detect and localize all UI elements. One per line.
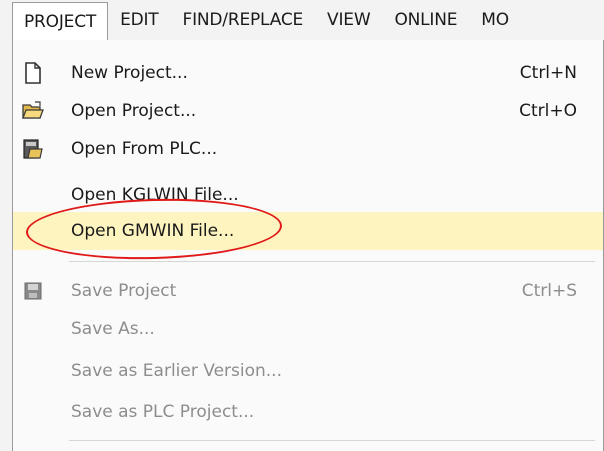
menu-item-save-as[interactable]: Save As... <box>13 310 603 348</box>
menu-online[interactable]: ONLINE <box>382 0 469 40</box>
new-document-icon <box>22 62 44 84</box>
menu-separator <box>69 261 595 262</box>
menu-find-replace[interactable]: FIND/REPLACE <box>171 0 316 40</box>
menu-item-label: New Project... <box>71 63 188 83</box>
open-folder-icon <box>22 100 44 122</box>
menu-separator <box>69 440 595 441</box>
menu-item-label: Open From PLC... <box>71 139 218 159</box>
plc-open-icon <box>22 138 44 160</box>
menu-view[interactable]: VIEW <box>315 0 382 40</box>
save-disk-icon <box>22 280 44 302</box>
menu-item-label: Save as Earlier Version... <box>71 361 282 381</box>
menu-item-label: Save Project <box>71 281 177 301</box>
menu-item-new-project[interactable]: New Project... Ctrl+N <box>13 54 603 92</box>
menu-item-save-project[interactable]: Save Project Ctrl+S <box>13 272 603 310</box>
menu-item-save-as-earlier-version[interactable]: Save as Earlier Version... <box>13 352 603 390</box>
menu-item-shortcut: Ctrl+S <box>521 281 577 301</box>
menu-item-label: Open Project... <box>71 101 197 121</box>
menu-item-open-project[interactable]: Open Project... Ctrl+O <box>13 92 603 130</box>
background-strip <box>0 40 12 451</box>
menu-edit[interactable]: EDIT <box>108 0 170 40</box>
menu-item-open-from-plc[interactable]: Open From PLC... <box>13 130 603 168</box>
menu-project[interactable]: PROJECT <box>12 2 109 40</box>
menu-item-shortcut: Ctrl+O <box>519 101 577 121</box>
menu-item-label: Save as PLC Project... <box>71 402 255 422</box>
menu-item-shortcut: Ctrl+N <box>519 63 577 83</box>
menu-item-save-as-plc-project[interactable]: Save as PLC Project... <box>13 393 603 431</box>
menu-bar: PROJECT EDIT FIND/REPLACE VIEW ONLINE MO <box>0 0 604 41</box>
menu-monitor-truncated[interactable]: MO <box>469 0 521 40</box>
menu-item-label: Save As... <box>71 319 155 339</box>
menu-bar-lead <box>0 0 12 40</box>
